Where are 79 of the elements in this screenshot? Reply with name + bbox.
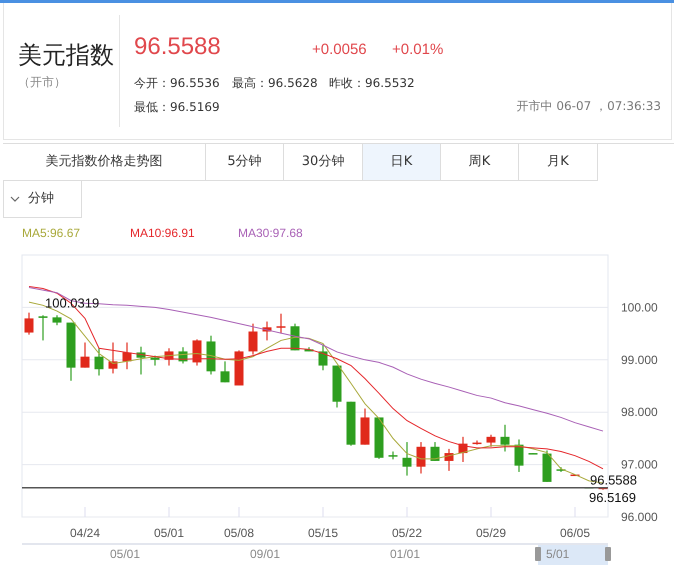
rising-candle [234,350,244,386]
y-axis-label: 99.000 [621,352,658,367]
rising-candle [598,488,608,490]
price-change: +0.0056 [312,40,368,60]
falling-candle [556,467,566,472]
chart-tab[interactable]: 5分钟 [206,144,284,181]
rising-candle [164,348,174,366]
ma-legend-label: MA10:96.91 [130,225,196,242]
stat-text: 最低：96.5169 [134,99,221,116]
price-line-label: 96.5588 [590,472,637,488]
y-axis-label: 97.000 [621,458,658,472]
falling-candle [388,452,398,460]
falling-candle [332,366,342,408]
navigator-date-label: 09/01 [250,546,280,562]
chart-tab[interactable]: 美元指数价格走势图 [3,144,206,181]
navigator-handle[interactable] [605,547,611,561]
rising-candle [486,434,496,447]
ma-legend-label: MA5:96.67 [22,225,82,242]
percent-change: +0.01% [392,40,444,60]
falling-candle [136,346,146,374]
rising-candle [262,322,272,340]
chart-tab[interactable]: 周K [441,144,519,181]
rising-candle [108,342,118,374]
market-status: （开市） [18,74,67,91]
falling-candle [38,315,48,340]
index-title: 美元指数 [18,40,115,71]
rising-candle [192,339,202,366]
x-axis-label: 05/15 [308,526,338,540]
stat-text: 昨收：96.5532 [329,75,416,92]
falling-candle [374,417,384,459]
falling-candle [346,402,356,446]
navigator-date-label: 01/01 [390,546,420,562]
y-axis-label: 100.00 [621,300,658,314]
falling-candle [318,344,328,370]
falling-candle [220,361,230,382]
navigator-handle[interactable] [534,547,541,561]
navigator-date-label: 05/01 [110,546,140,562]
falling-candle [514,439,524,472]
rising-candle [458,436,468,462]
chevron-down-icon [10,196,20,202]
navigator-date-label: 5/01 [546,546,570,562]
stat-text: 最高：96.5628 [232,75,319,92]
falling-candle [206,336,216,374]
navigator-selection[interactable] [538,545,608,565]
ma-legend-label: MA30:97.68 [238,225,304,242]
x-axis-label: 06/05 [560,526,590,540]
rising-candle [122,342,132,370]
stat-text: 今开：96.5536 [134,75,221,92]
falling-candle [402,442,412,476]
falling-candle [150,356,160,366]
rising-candle [416,442,426,474]
falling-candle [430,442,440,461]
rising-candle [276,314,286,334]
falling-candle [52,315,62,326]
falling-candle [94,348,104,376]
x-axis-label: 05/29 [476,526,506,540]
rising-candle [80,342,90,368]
falling-candle [178,347,188,364]
x-axis-label: 05/01 [154,526,184,540]
interval-dropdown[interactable]: 分钟 [3,180,82,218]
x-axis-label: 04/24 [70,526,100,540]
value-label: 96.5169 [589,490,636,505]
chart-tab[interactable]: 日K [363,144,441,181]
x-axis-label: 05/08 [224,526,254,540]
falling-candle [304,347,314,352]
rising-candle [444,448,454,471]
falling-candle [542,450,552,482]
y-axis-label: 98.000 [621,405,658,420]
falling-candle [500,424,510,452]
falling-candle [66,322,76,381]
chart-tab[interactable]: 月K [519,144,598,181]
timestamp: 开市中 06-07 ，07:36:33 [516,98,661,115]
y-axis-label: 96.000 [621,510,658,524]
chart-tab[interactable]: 30分钟 [284,144,363,181]
rising-candle [24,312,34,335]
current-price: 96.5588 [134,33,222,61]
rising-candle [360,408,370,445]
x-axis-label: 05/22 [392,526,422,540]
rising-candle [248,324,258,355]
